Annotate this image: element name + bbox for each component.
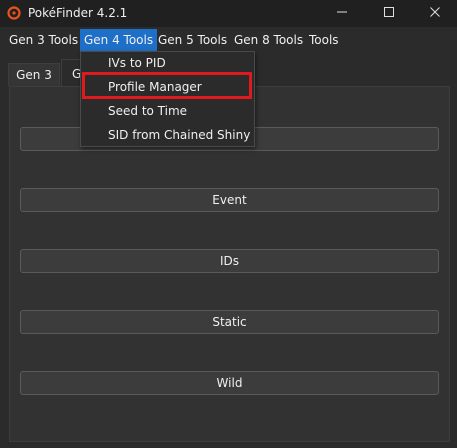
window-title: PokéFinder 4.2.1 [28,6,128,20]
maximize-icon [383,6,395,21]
menu-tools[interactable]: Tools [305,29,343,51]
minimize-button[interactable] [319,0,365,27]
menu-gen4-tools[interactable]: Gen 4 Tools [80,29,158,51]
maximize-button[interactable] [366,0,412,27]
menu-gen5-tools[interactable]: Gen 5 Tools [154,29,231,51]
menu-bar: Gen 3 Tools Gen 4 Tools Gen 5 Tools Gen … [0,29,457,51]
highlight-box [82,72,252,99]
static-button[interactable]: Static [20,310,439,334]
pokeball-icon [7,6,21,20]
menu-gen8-tools[interactable]: Gen 8 Tools [230,29,307,51]
title-bar[interactable]: PokéFinder 4.2.1 [0,0,457,27]
ids-button[interactable]: IDs [20,249,439,273]
menu-gen3-tools[interactable]: Gen 3 Tools [5,29,82,51]
close-icon [429,6,441,21]
menu-item-sid-from-chained-shiny[interactable]: SID from Chained Shiny [81,124,254,148]
minimize-icon [336,6,348,21]
close-button[interactable] [412,0,457,27]
wild-button[interactable]: Wild [20,371,439,395]
event-button[interactable]: Event [20,188,439,212]
menu-item-seed-to-time[interactable]: Seed to Time [81,100,254,124]
gen4-tools-dropdown: IVs to PID Profile Manager Seed to Time … [80,51,255,147]
tab-gen3[interactable]: Gen 3 [8,63,60,86]
